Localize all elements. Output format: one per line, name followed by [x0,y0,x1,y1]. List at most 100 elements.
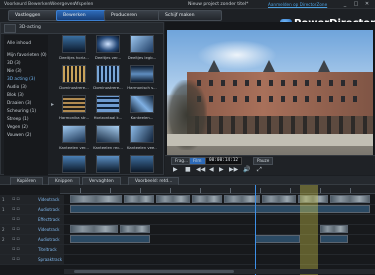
pause-button[interactable]: Pauze [253,157,274,165]
track-number: 2 [2,227,5,232]
track-name: Audiotrack [38,207,60,212]
video-clip[interactable] [124,195,154,203]
video-clip[interactable] [320,225,348,233]
audio-clip[interactable] [70,235,150,243]
close-button[interactable]: ✕ [362,1,372,8]
library-menu-icon[interactable] [4,24,16,33]
category-item[interactable]: Alle inhoud [7,41,31,46]
video-clip[interactable] [70,225,118,233]
transition-thumb[interactable] [96,125,120,143]
project-title: Nieuw project zonder titel* [188,2,249,7]
next-icon[interactable]: ▶▶ [229,166,238,173]
transition-thumb[interactable] [62,35,86,53]
category-item-selected[interactable]: 3D acting (3) [7,77,35,82]
category-item[interactable]: 3D (3) [7,61,21,66]
menu-playback[interactable]: Afspelen [74,2,93,7]
transition-thumb[interactable] [130,65,154,83]
menu-view[interactable]: Weergeven [50,2,75,7]
stop-icon[interactable]: ■ [185,166,191,173]
collapse-panel-icon[interactable]: ▸ [51,101,54,108]
thumb-label: Kanteelen rec... [93,145,123,150]
category-item[interactable]: Scheuring (1) [7,109,36,114]
maximize-button[interactable]: □ [351,1,361,8]
transition-thumb[interactable] [130,125,154,143]
library-filter[interactable]: 3D-acting [19,25,41,30]
audio-clip[interactable] [70,205,370,213]
tab-capture[interactable]: Vastleggen [8,10,62,21]
track-lock-icon[interactable]: ▫▫ [12,246,21,252]
transition-thumb[interactable] [96,35,120,53]
track-lock-icon[interactable]: ▫▫ [12,216,21,222]
library-toolbar: 3D-acting [1,23,163,34]
audio-clip[interactable] [320,235,348,243]
track-lock-icon[interactable]: ▫▫ [12,236,21,242]
video-clip[interactable] [192,195,222,203]
track-number: 2 [2,237,5,242]
menu-file[interactable]: Voorkeurd [4,2,27,7]
playhead[interactable] [255,185,256,275]
edit-tabbar: Kopiëren Knippen Vervaghten Voorbeeld: r… [0,176,375,186]
track-name: Audiotrack [38,237,60,242]
minimize-button[interactable]: _ [340,1,350,8]
thumb-label: Kanteelen ver... [59,145,89,150]
video-clip[interactable] [330,195,370,203]
category-item[interactable]: Blok (3) [7,93,24,98]
video-clip[interactable] [120,225,150,233]
play-icon[interactable]: ▶ [173,166,178,173]
transition-thumb[interactable] [130,35,154,53]
transition-thumb[interactable] [96,95,120,113]
thumb-label: Deeltjes ver... [94,55,122,60]
playback-controls: Frag... Film 00:00:14:12 Pauze ▶ ■ ◀◀ ◀ … [165,155,375,175]
category-item[interactable]: Draaien (3) [7,101,31,106]
step-back-icon[interactable]: ◀ [209,166,214,173]
transition-thumb[interactable] [130,155,154,173]
transition-thumb[interactable] [96,65,120,83]
scrollbar-thumb[interactable] [74,270,234,273]
track-video-1: 1 ▫▫ Videotrack [0,195,375,205]
step-forward-icon[interactable]: ▶ [219,166,224,173]
category-list: Alle inhoud Mijn favorieten (0) 3D (3) N… [4,35,48,175]
track-lock-icon[interactable]: ▫▫ [12,226,21,232]
preview-cloud [197,40,277,70]
volume-icon[interactable]: 🔊 [243,166,250,173]
preview-window [165,22,375,175]
track-audio-1: 1 ▫▫ Audiotrack [0,205,375,215]
menubar: Voorkeurd Bewerken Weergeven Afspelen Ni… [0,0,375,9]
category-item[interactable]: Mijn favorieten (0) [7,53,47,58]
track-name: Spraaktrack [38,257,63,262]
category-item[interactable]: Audio (3) [7,85,27,90]
video-clip[interactable] [262,195,296,203]
category-item[interactable]: Vegen (2) [7,125,28,130]
timeline-scrollbar[interactable] [64,269,375,274]
menu-edit[interactable]: Bewerken [28,2,50,7]
track-voice: ▫▫ Spraaktrack [0,255,375,265]
transition-thumb[interactable] [130,95,154,113]
track-number: 1 [2,207,5,212]
timeline-ruler[interactable] [60,185,375,194]
tab-produce[interactable]: Produceren [104,10,166,21]
audio-clip[interactable] [255,235,300,243]
video-clip[interactable] [156,195,190,203]
selection-range[interactable] [300,185,318,275]
previous-icon[interactable]: ◀◀ [196,166,205,173]
thumbnail-grid: Deeltjes horiz... Deeltjes ver... Deeltj… [59,35,163,175]
category-item[interactable]: Vouwen (2) [7,133,31,138]
transition-thumb[interactable] [96,155,120,173]
video-clip[interactable] [70,195,122,203]
transition-thumb[interactable] [62,155,86,173]
transition-thumb[interactable] [62,125,86,143]
movie-mode-button[interactable]: Film [189,157,206,165]
tab-create-disc[interactable]: Schijf maken [158,10,222,21]
track-lock-icon[interactable]: ▫▫ [12,206,21,212]
fullscreen-icon[interactable]: ⤢ [257,166,262,174]
directorzone-link[interactable]: Aanmelden op DirectorZone [268,2,327,7]
preview-ground [167,134,373,146]
category-item[interactable]: Streep (1) [7,117,29,122]
track-lock-icon[interactable]: ▫▫ [12,196,21,202]
transition-thumb[interactable] [62,95,86,113]
timecode-display[interactable]: 00:00:14:12 [205,157,243,165]
transition-thumb[interactable] [62,65,86,83]
thumb-label: Deeltjes horiz... [59,55,89,60]
category-item[interactable]: Nie (3) [7,69,22,74]
track-lock-icon[interactable]: ▫▫ [12,256,21,262]
